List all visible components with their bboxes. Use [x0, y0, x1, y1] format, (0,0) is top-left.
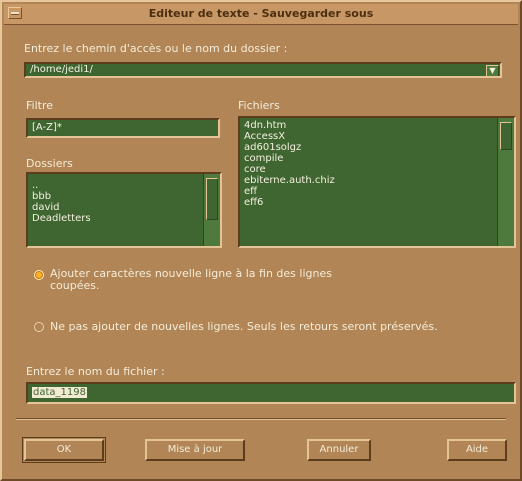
- list-item[interactable]: AccessX: [240, 131, 514, 142]
- button-separator: [16, 418, 506, 420]
- list-item[interactable]: eff6: [240, 197, 514, 208]
- list-item[interactable]: ebiterne.auth.chiz: [240, 175, 514, 186]
- add-newlines-label[interactable]: Ajouter caractères nouvelle ligne à la f…: [50, 268, 370, 292]
- list-item[interactable]: 4dn.htm: [240, 120, 514, 131]
- update-button[interactable]: Mise à jour: [145, 439, 245, 461]
- add-newlines-radio[interactable]: [34, 270, 44, 280]
- folders-scroll-thumb[interactable]: [206, 178, 218, 220]
- cancel-button[interactable]: Annuler: [307, 439, 371, 461]
- list-item[interactable]: core: [240, 164, 514, 175]
- ok-button[interactable]: OK: [22, 437, 106, 463]
- path-dropdown-icon[interactable]: ▼: [486, 65, 499, 76]
- window-title: Editeur de texte - Sauvegarder sous: [148, 7, 374, 20]
- files-scroll-thumb[interactable]: [500, 122, 512, 150]
- save-as-dialog: Editeur de texte - Sauvegarder sous Entr…: [0, 0, 522, 481]
- filename-field[interactable]: data_1198: [26, 382, 516, 404]
- files-label: Fichiers: [238, 99, 280, 112]
- path-value: /home/jedi1/: [30, 64, 93, 75]
- no-newlines-radio[interactable]: [34, 322, 44, 332]
- list-item[interactable]: Deadletters: [28, 213, 220, 224]
- list-item[interactable]: david: [28, 202, 220, 213]
- filter-field[interactable]: [A-Z]*: [26, 118, 220, 138]
- files-scrollbar[interactable]: [497, 118, 514, 246]
- folders-scrollbar[interactable]: [203, 174, 220, 246]
- list-item[interactable]: eff: [240, 186, 514, 197]
- title-bar: Editeur de texte - Sauvegarder sous: [4, 4, 518, 25]
- help-button[interactable]: Aide: [447, 439, 507, 461]
- filename-label: Entrez le nom du fichier :: [26, 365, 165, 378]
- filter-label: Filtre: [26, 99, 54, 112]
- filename-value: data_1198: [32, 387, 87, 398]
- list-item[interactable]: ..: [28, 180, 220, 191]
- list-item[interactable]: ad601solgz: [240, 142, 514, 153]
- files-list[interactable]: 4dn.htm AccessX ad601solgz compile core …: [238, 116, 516, 248]
- path-field[interactable]: /home/jedi1/ ▼: [24, 62, 502, 78]
- window-menu-icon[interactable]: [8, 7, 22, 19]
- list-item[interactable]: compile: [240, 153, 514, 164]
- folders-label: Dossiers: [26, 157, 73, 170]
- folders-list[interactable]: .. bbb david Deadletters: [26, 172, 222, 248]
- no-newlines-label[interactable]: Ne pas ajouter de nouvelles lignes. Seul…: [50, 320, 438, 333]
- path-label: Entrez le chemin d'accès ou le nom du do…: [24, 42, 288, 55]
- list-item[interactable]: bbb: [28, 191, 220, 202]
